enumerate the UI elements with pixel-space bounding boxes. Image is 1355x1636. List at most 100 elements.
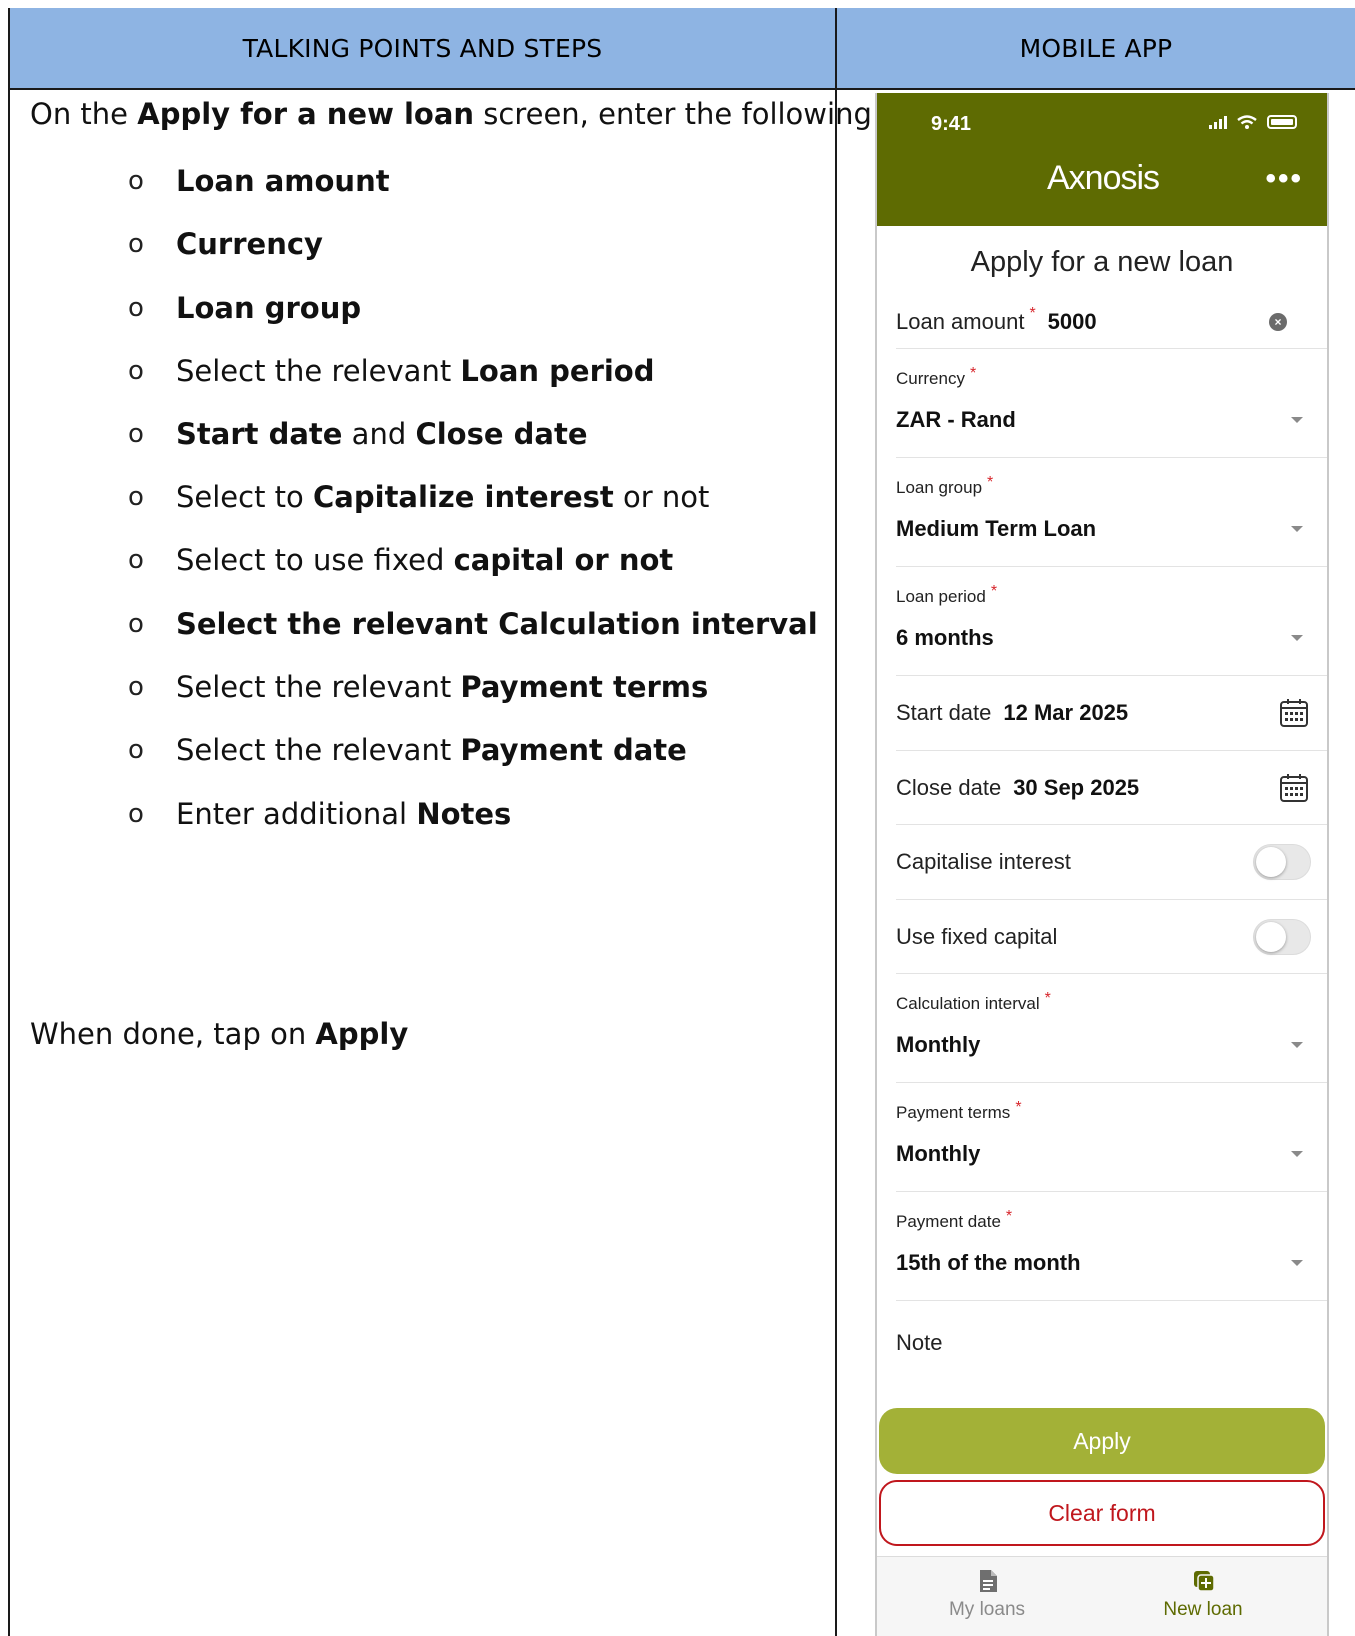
step-text: Currency — [176, 226, 323, 262]
close-date-field[interactable]: Close date 30 Sep 2025 — [896, 751, 1327, 825]
payment-terms-select[interactable]: Payment terms * Monthly — [896, 1083, 1327, 1192]
bullet-marker: o — [128, 672, 144, 702]
payment-date-value: 15th of the month — [896, 1250, 1081, 1275]
step-text-bold: Close date — [415, 417, 588, 451]
step-text-plain: Select to use fixed — [176, 543, 454, 577]
bullet-marker: o — [128, 166, 144, 196]
clear-input-icon[interactable]: × — [1269, 313, 1287, 331]
step-text-bold: Notes — [416, 797, 512, 831]
step-text: Select the relevant Calculation interval — [176, 606, 818, 642]
brand-logo: Axnosis — [1047, 159, 1160, 197]
bullet-marker: o — [128, 482, 144, 512]
column-header-mobile-app: MOBILE APP — [837, 8, 1355, 90]
capitalise-interest-label: Capitalise interest — [896, 849, 1071, 874]
step-text: Start date and Close date — [176, 416, 588, 452]
calculation-interval-value: Monthly — [896, 1032, 981, 1057]
step-text-bold: Loan period — [460, 354, 655, 388]
calendar-icon[interactable] — [1279, 698, 1309, 728]
fixed-capital-toggle[interactable] — [1253, 919, 1311, 955]
phone-screen: 9:41 Axnosis ••• Apply for a new loan Lo… — [875, 93, 1329, 1636]
step-item: o Loan group — [128, 290, 361, 326]
required-marker: * — [1029, 304, 1036, 322]
bullet-marker: o — [128, 609, 144, 639]
bullet-marker: o — [128, 419, 144, 449]
step-text-plain: or not — [613, 480, 710, 514]
chevron-down-icon[interactable] — [1291, 1151, 1303, 1157]
step-item: o Loan amount — [128, 163, 390, 199]
step-text-plain: Select the relevant — [176, 733, 461, 767]
close-date-value: 30 Sep 2025 — [1013, 774, 1140, 800]
bullet-marker: o — [128, 293, 144, 323]
app-header: 9:41 Axnosis ••• — [877, 93, 1327, 226]
capitalise-interest-row: Capitalise interest — [896, 825, 1327, 900]
clear-form-button[interactable]: Clear form — [879, 1480, 1325, 1546]
battery-icon — [1267, 115, 1297, 129]
note-field[interactable]: Note — [896, 1308, 1327, 1378]
step-text: Enter additional Notes — [176, 796, 511, 832]
step-text-plain: Select the relevant — [176, 354, 461, 388]
chevron-down-icon[interactable] — [1291, 417, 1303, 423]
status-time: 9:41 — [931, 113, 972, 135]
step-text: Select to use fixed capital or not — [176, 542, 673, 578]
step-item: o Enter additional Notes — [128, 796, 511, 832]
start-date-field[interactable]: Start date 12 Mar 2025 — [896, 676, 1327, 751]
step-text-bold: Loan amount — [176, 164, 390, 198]
chevron-down-icon[interactable] — [1291, 1042, 1303, 1048]
tab-my-loans-label: My loans — [948, 1599, 1026, 1620]
intro-text: On the Apply for a new loan screen, ente… — [30, 97, 882, 131]
apply-button[interactable]: Apply — [879, 1408, 1325, 1474]
chevron-down-icon[interactable] — [1291, 1260, 1303, 1266]
currency-select[interactable]: Currency * ZAR - Rand — [896, 349, 1327, 458]
step-item: o Select to Capitalize interest or not — [128, 479, 709, 515]
payment-date-label: Payment date * — [896, 1208, 1013, 1231]
payment-terms-label: Payment terms * — [896, 1099, 1022, 1122]
capitalise-interest-toggle[interactable] — [1253, 844, 1311, 880]
column-header-talking-points: TALKING POINTS AND STEPS — [10, 8, 835, 90]
add-icon — [1194, 1571, 1215, 1592]
step-item: o Select to use fixed capital or not — [128, 542, 673, 578]
required-marker: * — [990, 583, 998, 600]
step-text-plain: Select the relevant — [176, 670, 461, 704]
start-date-value: 12 Mar 2025 — [1003, 700, 1129, 725]
payment-terms-value: Monthly — [896, 1141, 981, 1166]
column-divider — [835, 8, 837, 1636]
loan-period-select[interactable]: Loan period * 6 months — [896, 567, 1327, 676]
currency-label: Currency * — [896, 365, 977, 388]
loan-amount-label: Loan amount * — [896, 304, 1036, 334]
loan-amount-value[interactable]: 5000 — [1048, 309, 1097, 335]
chevron-down-icon[interactable] — [1291, 526, 1303, 532]
calendar-icon[interactable] — [1279, 773, 1309, 803]
step-item: o Select the relevant Loan period — [128, 353, 655, 389]
step-item: o Select the relevant Payment terms — [128, 669, 708, 705]
step-text-bold: Select the relevant Calculation interval — [176, 607, 818, 641]
step-text: Select to Capitalize interest or not — [176, 479, 709, 515]
step-text-bold: Currency — [176, 227, 323, 261]
loan-amount-field[interactable]: Loan amount * 5000 × — [896, 295, 1327, 349]
loan-group-select[interactable]: Loan group * Medium Term Loan — [896, 458, 1327, 567]
ellipsis-icon[interactable]: ••• — [1265, 164, 1303, 194]
step-text: Loan amount — [176, 163, 390, 199]
step-text: Select the relevant Loan period — [176, 353, 655, 389]
wifi-icon — [1237, 115, 1257, 129]
step-item: o Select the relevant Payment date — [128, 732, 687, 768]
payment-date-select[interactable]: Payment date * 15th of the month — [896, 1192, 1327, 1301]
loan-period-label: Loan period * — [896, 583, 998, 606]
step-text-bold: Payment date — [460, 733, 687, 767]
calculation-interval-select[interactable]: Calculation interval * Monthly — [896, 974, 1327, 1083]
bullet-marker: o — [128, 229, 144, 259]
step-text: Select the relevant Payment date — [176, 732, 687, 768]
loan-group-label: Loan group * — [896, 474, 994, 497]
bullet-marker: o — [128, 356, 144, 386]
loan-group-value: Medium Term Loan — [896, 516, 1097, 541]
done-text: When done, tap on Apply — [30, 1017, 409, 1051]
step-item: o Start date and Close date — [128, 416, 588, 452]
bullet-marker: o — [128, 799, 144, 829]
chevron-down-icon[interactable] — [1291, 635, 1303, 641]
step-text-plain: Enter additional — [176, 797, 417, 831]
bullet-marker: o — [128, 735, 144, 765]
step-text: Loan group — [176, 290, 361, 326]
step-item: o Currency — [128, 226, 323, 262]
step-item: o Select the relevant Calculation interva… — [128, 606, 818, 642]
step-text-bold: Loan group — [176, 291, 362, 325]
tab-new-loan-label: New loan — [1163, 1599, 1243, 1620]
